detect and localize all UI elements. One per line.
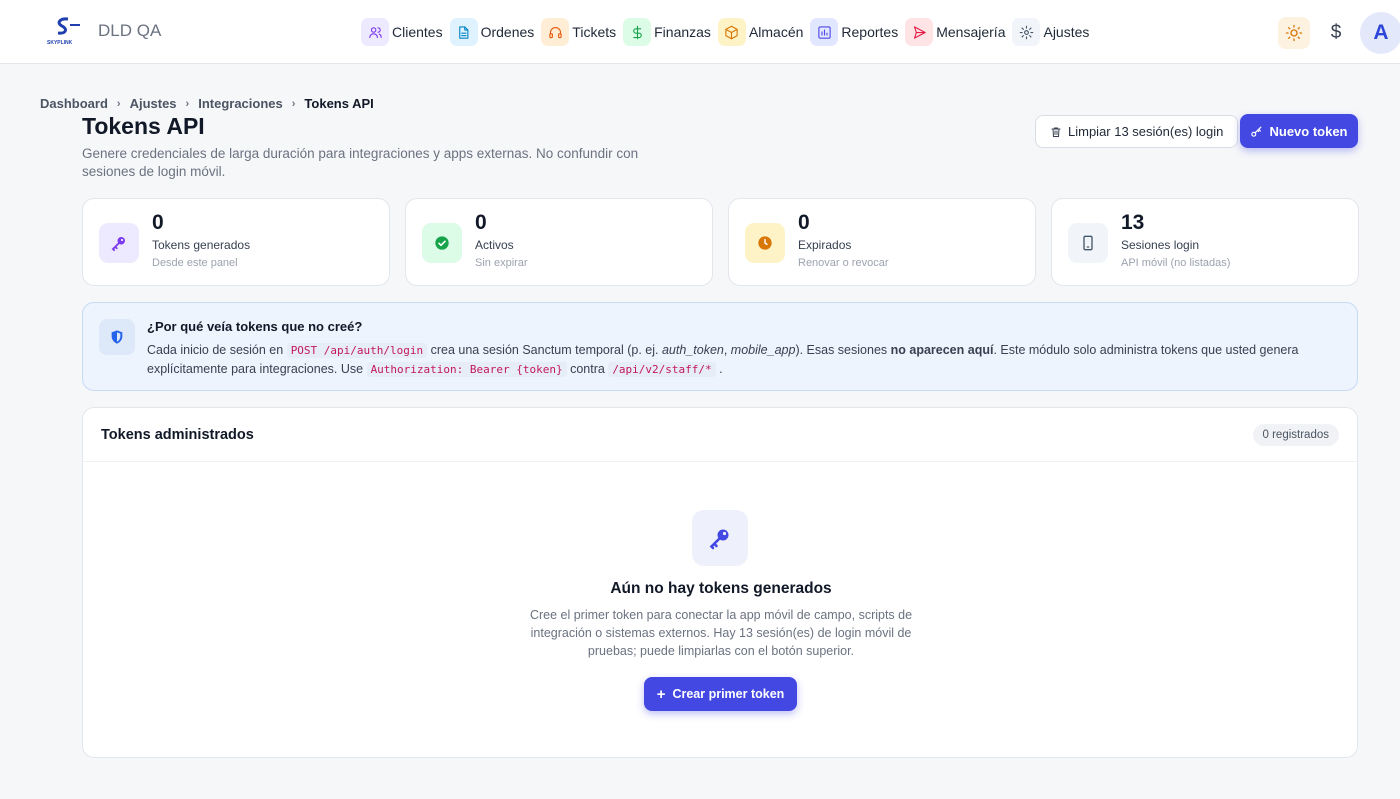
new-token-label: Nuevo token: [1269, 123, 1348, 139]
nav-ordenes[interactable]: Ordenes: [449, 18, 535, 46]
nav-tickets[interactable]: Tickets: [541, 18, 616, 46]
page-title: Tokens API: [82, 113, 205, 139]
breadcrumb: Dashboard › Ajustes › Integraciones › To…: [40, 96, 374, 111]
gear-icon: [1012, 18, 1041, 46]
code-staff-endpoint: /api/v2/staff/*: [608, 362, 716, 377]
box-icon: [717, 18, 746, 46]
nav-label: Tickets: [572, 24, 617, 40]
stat-label: Activos: [475, 238, 514, 252]
nav-label: Ordenes: [480, 24, 535, 40]
nav-label: Almacén: [748, 24, 804, 40]
nav-label: Reportes: [841, 24, 899, 40]
stat-value: 13: [1121, 211, 1145, 234]
stat-expirados: 0 Expirados Renovar o revocar: [728, 198, 1036, 286]
dollar-icon: [623, 18, 652, 46]
top-navbar: SKYPLINK DLD QA Clientes Ordenes Tickets: [0, 0, 1400, 64]
nav-label: Finanzas: [654, 24, 711, 40]
stat-sublabel: Desde este panel: [152, 257, 238, 269]
info-text: contra: [566, 362, 609, 376]
page-description: Genere credenciales de larga duración pa…: [82, 146, 639, 179]
shield-icon: [99, 319, 135, 355]
document-icon: [449, 18, 478, 46]
code-login-endpoint: POST /api/auth/login: [286, 343, 428, 358]
empty-state-description: Cree el primer token para conectar la ap…: [529, 608, 913, 658]
code-auth-header: Authorization: Bearer {token}: [366, 362, 567, 377]
stat-sesiones-login: 13 Sesiones login API móvil (no listadas…: [1051, 198, 1359, 286]
check-circle-icon: [422, 223, 462, 263]
info-text: Cada inicio de sesión en: [147, 343, 287, 357]
info-text: ,: [723, 343, 731, 357]
nav-label: Mensajería: [936, 24, 1006, 40]
clock-icon: [745, 223, 785, 263]
info-text: .: [715, 362, 723, 376]
info-text: crea una sesión Sanctum temporal (p. ej.: [427, 343, 662, 357]
key-icon: [99, 223, 139, 263]
chevron-right-icon: ›: [116, 97, 121, 110]
trash-icon: [1051, 127, 1061, 137]
new-token-button[interactable]: Nuevo token: [1240, 114, 1358, 148]
tokens-card: Tokens administrados 0 registrados Aún n…: [82, 407, 1358, 758]
tokens-card-title: Tokens administrados: [101, 427, 254, 443]
stats-row: 0 Tokens generados Desde este panel 0 Ac…: [82, 198, 1359, 286]
users-icon: [361, 18, 389, 46]
theme-toggle-button[interactable]: [1278, 17, 1310, 49]
sun-icon: [1285, 24, 1303, 42]
stat-label: Sesiones login: [1121, 238, 1200, 252]
clear-sessions-button[interactable]: Limpiar 13 sesión(es) login: [1035, 115, 1239, 148]
phone-icon: [1068, 223, 1108, 263]
create-first-token-label: Crear primer token: [672, 687, 785, 701]
key-icon: [1251, 126, 1262, 137]
breadcrumb-current: Tokens API: [304, 96, 374, 111]
nav-ajustes[interactable]: Ajustes: [1012, 18, 1089, 46]
nav-finanzas[interactable]: Finanzas: [623, 18, 711, 46]
tokens-card-header: Tokens administrados 0 registrados: [83, 408, 1357, 462]
nav-clientes[interactable]: Clientes: [361, 18, 443, 46]
stat-sublabel: API móvil (no listadas): [1121, 257, 1231, 269]
user-avatar[interactable]: A: [1360, 12, 1400, 54]
empty-state-title: Aún no hay tokens generados: [610, 580, 832, 597]
create-first-token-button[interactable]: + Crear primer token: [644, 677, 797, 711]
tokens-count-badge: 0 registrados: [1252, 424, 1339, 446]
breadcrumb-dashboard[interactable]: Dashboard: [40, 96, 108, 111]
stat-value: 0: [152, 211, 164, 234]
nav-mensajeria[interactable]: Mensajería: [905, 18, 1005, 46]
chevron-right-icon: ›: [291, 97, 296, 110]
key-icon: [692, 510, 748, 566]
info-callout: ¿Por qué veía tokens que no creé? Cada i…: [82, 302, 1358, 391]
breadcrumb-integraciones[interactable]: Integraciones: [198, 96, 283, 111]
main-nav: Clientes Ordenes Tickets Finanzas Almacé…: [361, 18, 1089, 46]
stat-label: Expirados: [798, 238, 852, 252]
chevron-right-icon: ›: [185, 97, 190, 110]
info-title: ¿Por qué veía tokens que no creé?: [147, 319, 363, 334]
brand-logo[interactable]: SKYPLINK: [46, 16, 84, 46]
chart-icon: [810, 18, 839, 46]
stat-value: 0: [475, 211, 487, 234]
nav-reportes[interactable]: Reportes: [810, 18, 898, 46]
currency-button[interactable]: $: [1320, 17, 1352, 49]
svg-text:SKYPLINK: SKYPLINK: [47, 40, 73, 46]
info-emphasis: mobile_app: [730, 343, 796, 357]
brand-name[interactable]: DLD QA: [98, 21, 161, 41]
info-body: Cada inicio de sesión en POST /api/auth/…: [147, 341, 1347, 379]
stat-activos: 0 Activos Sin expirar: [405, 198, 713, 286]
stat-label: Tokens generados: [152, 238, 251, 252]
nav-label: Clientes: [392, 24, 443, 40]
info-text: ). Esas sesiones: [795, 343, 891, 357]
nav-label: Ajustes: [1043, 24, 1090, 40]
breadcrumb-ajustes[interactable]: Ajustes: [130, 96, 177, 111]
stat-sublabel: Renovar o revocar: [798, 257, 889, 269]
plus-icon: +: [656, 685, 666, 703]
stat-tokens-generados: 0 Tokens generados Desde este panel: [82, 198, 390, 286]
nav-almacen[interactable]: Almacén: [717, 18, 804, 46]
headset-icon: [541, 18, 570, 46]
info-emphasis: auth_token: [661, 343, 724, 357]
stat-value: 0: [798, 211, 810, 234]
send-icon: [905, 18, 934, 46]
stat-sublabel: Sin expirar: [475, 257, 528, 269]
topbar-actions: $ A: [1278, 12, 1400, 54]
clear-sessions-label: Limpiar 13 sesión(es) login: [1068, 124, 1224, 139]
info-strong: no aparecen aquí: [890, 343, 994, 357]
